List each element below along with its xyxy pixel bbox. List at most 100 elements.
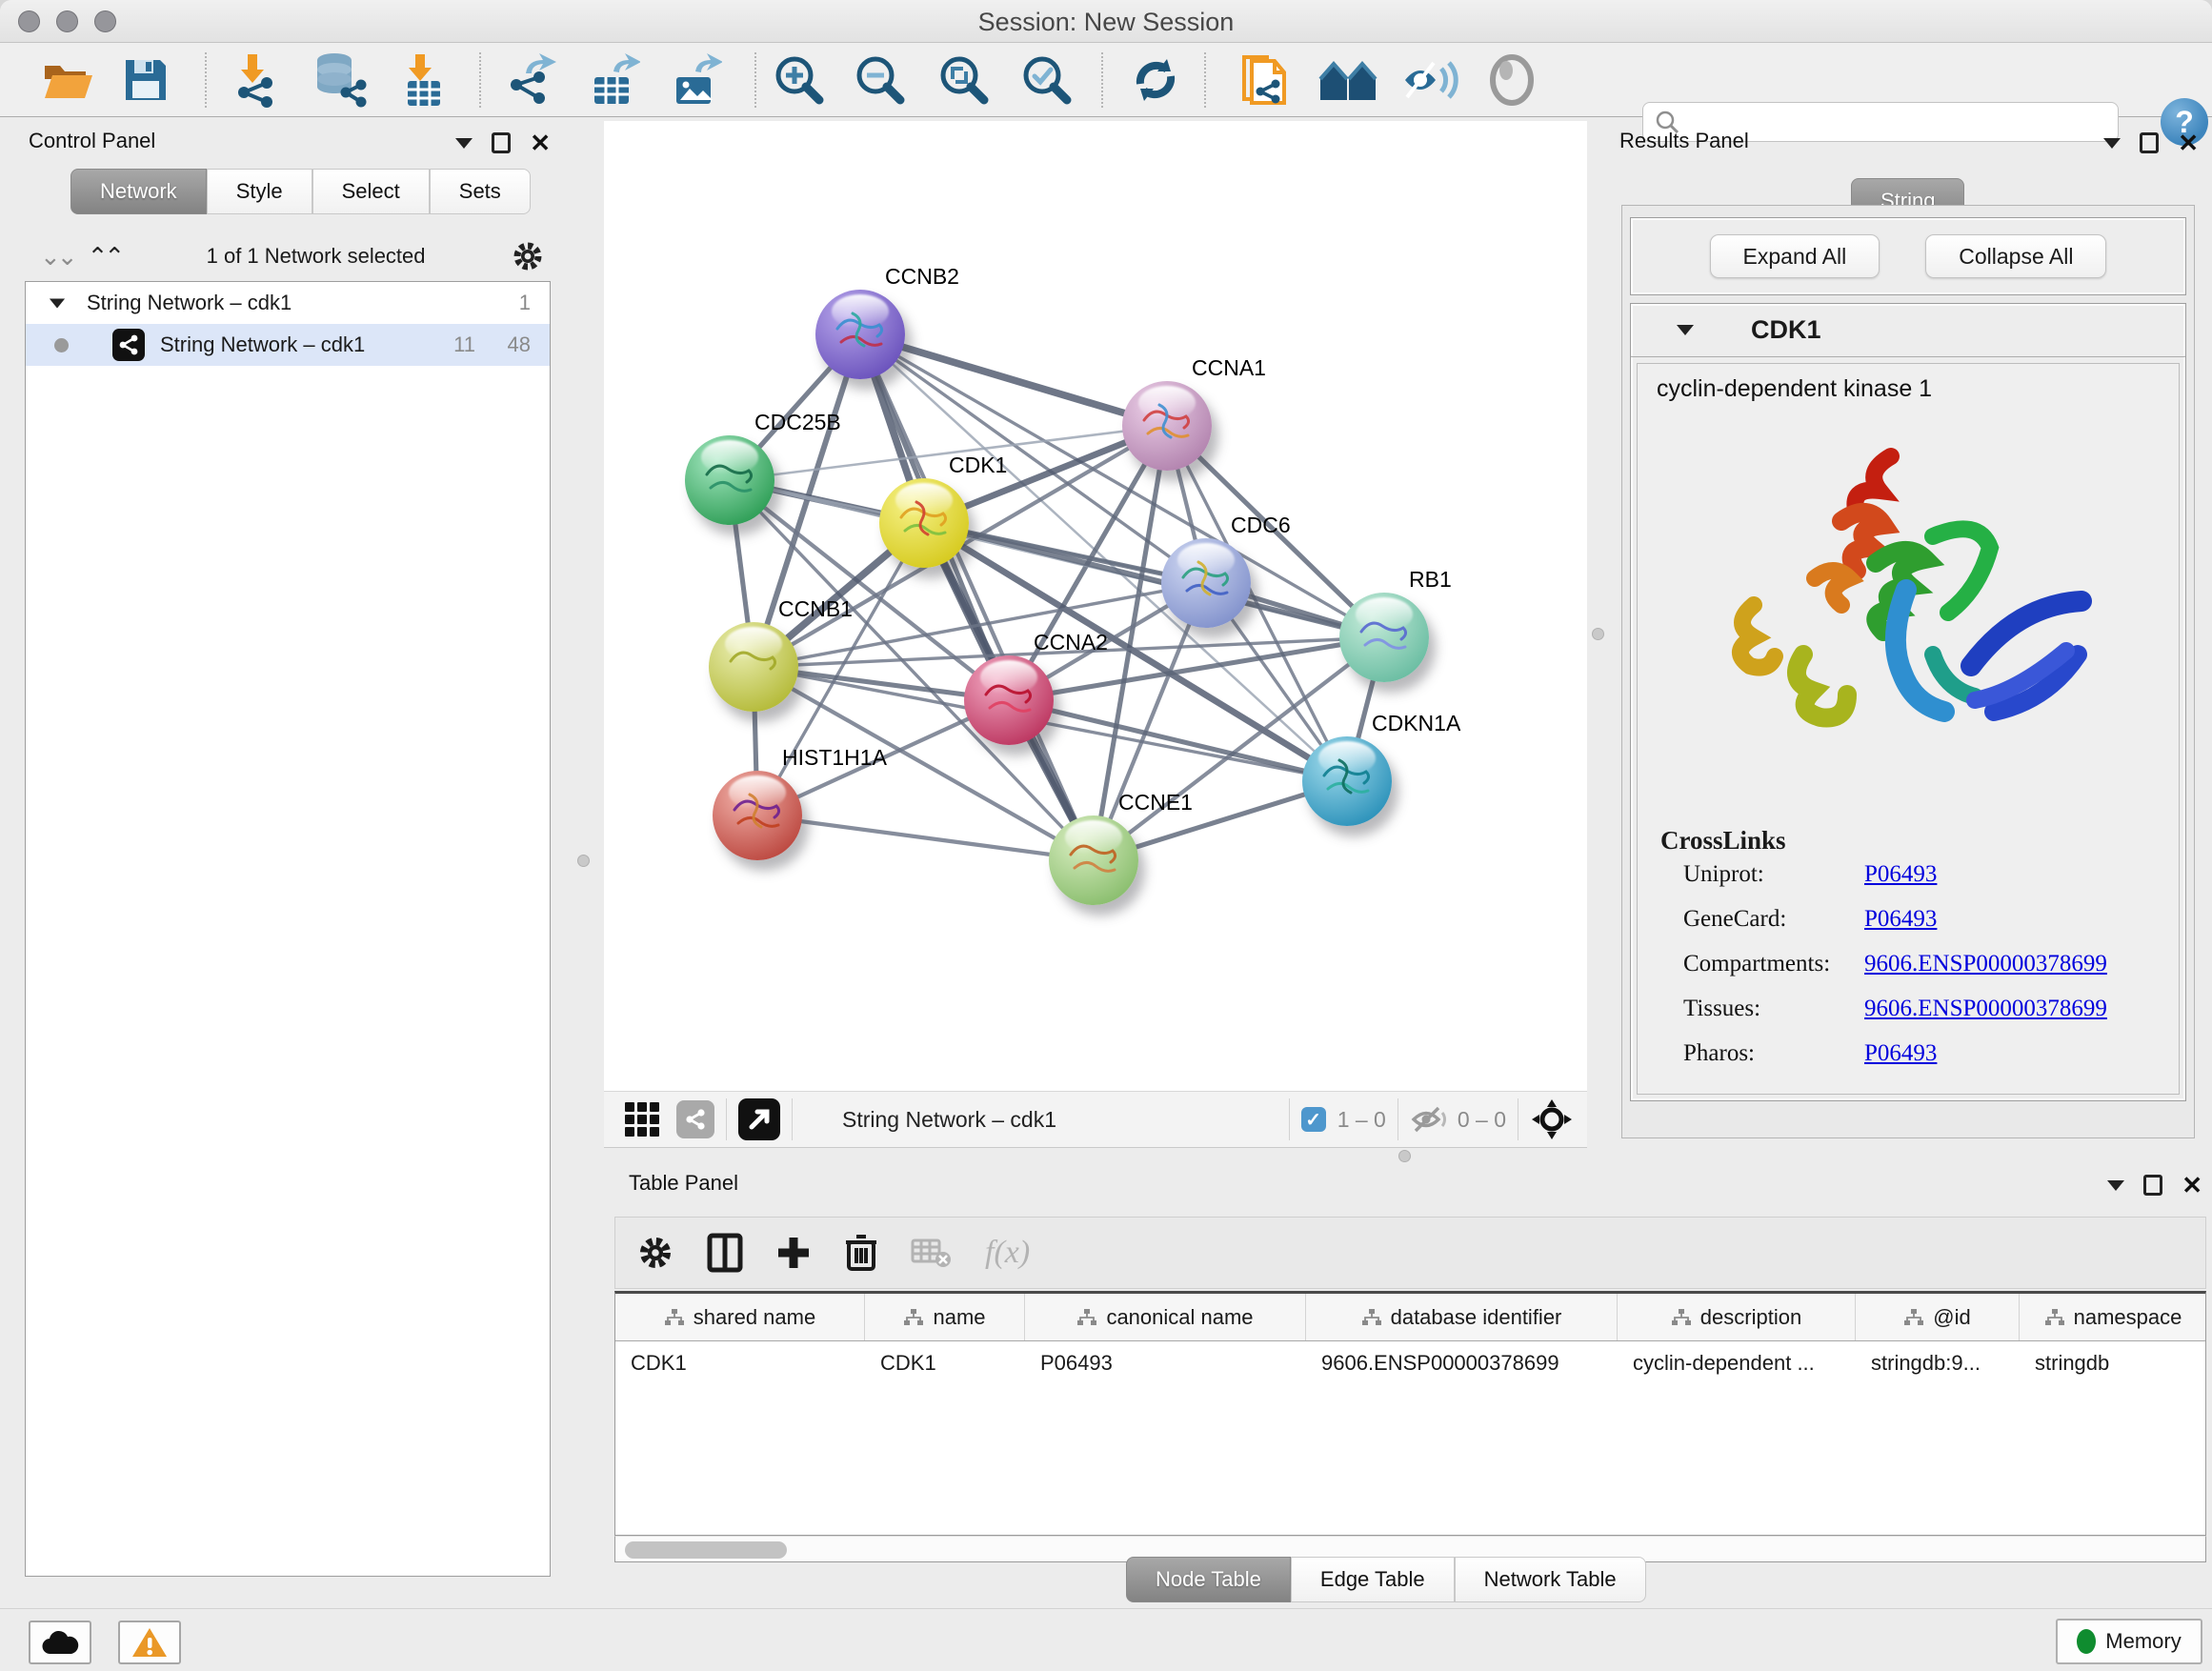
import-network-button[interactable] — [225, 50, 284, 110]
network-tree: String Network – cdk1 1 String Network –… — [25, 281, 551, 1577]
collection-expander-icon[interactable] — [50, 298, 65, 308]
table-cell[interactable]: 9606.ENSP00000378699 — [1306, 1351, 1618, 1376]
column-header-database-identifier[interactable]: database identifier — [1306, 1294, 1618, 1340]
import-table-button[interactable] — [392, 50, 452, 110]
warnings-button[interactable] — [118, 1621, 181, 1664]
close-panel-icon[interactable]: ✕ — [2182, 1176, 2202, 1195]
collapse-all-icon[interactable]: ⌄⌄ — [40, 247, 74, 266]
collapse-all-button[interactable]: Collapse All — [1925, 234, 2106, 278]
export-network-icon — [501, 52, 556, 108]
float-panel-icon[interactable] — [2143, 1175, 2162, 1196]
tab-network-table[interactable]: Network Table — [1455, 1557, 1646, 1602]
node-CDC25B[interactable] — [685, 435, 774, 525]
network-options-gear-icon[interactable] — [511, 239, 545, 273]
tab-node-table[interactable]: Node Table — [1126, 1557, 1291, 1602]
selected-checkbox-icon[interactable]: ✓ — [1301, 1107, 1326, 1132]
node-CDK1[interactable] — [879, 478, 969, 568]
show-hide-gray-button[interactable] — [1482, 50, 1541, 110]
open-session-button[interactable] — [38, 50, 97, 110]
toolbar-separator — [1101, 52, 1103, 108]
save-session-button[interactable] — [116, 50, 175, 110]
function-builder-icon: f(x) — [985, 1235, 1030, 1271]
node-entry-header[interactable]: CDK1 — [1631, 304, 2185, 357]
table-cell[interactable]: CDK1 — [865, 1351, 1025, 1376]
pan-crosshair-icon[interactable] — [1530, 1097, 1574, 1141]
panel-menu-icon[interactable] — [2107, 1180, 2124, 1191]
node-table[interactable]: shared namenamecanonical namedatabase id… — [614, 1291, 2206, 1536]
tab-edge-table[interactable]: Edge Table — [1291, 1557, 1455, 1602]
panel-menu-icon[interactable] — [2103, 138, 2121, 149]
network-view-toolbar: String Network – cdk1 ✓ 1 – 0 0 – 0 — [604, 1091, 1587, 1148]
network-row-selected[interactable]: String Network – cdk1 11 48 — [26, 324, 550, 366]
node-CCNE1[interactable] — [1049, 815, 1138, 905]
node-CCNA2[interactable] — [964, 655, 1054, 745]
entry-expander-icon[interactable] — [1677, 325, 1694, 335]
expand-all-button[interactable]: Expand All — [1710, 234, 1880, 278]
column-header-namespace[interactable]: namespace — [2020, 1294, 2206, 1340]
add-column-icon[interactable] — [775, 1235, 812, 1271]
protein-ribbon-glyph — [724, 782, 791, 849]
crosslink-row: Pharos:P06493 — [1683, 1040, 2179, 1085]
select-columns-icon[interactable] — [707, 1233, 743, 1273]
tab-sets[interactable]: Sets — [430, 169, 531, 214]
node-CDKN1A[interactable] — [1302, 736, 1392, 826]
network-collection-row[interactable]: String Network – cdk1 1 — [26, 282, 550, 324]
tab-select[interactable]: Select — [312, 169, 430, 214]
crosslink-link[interactable]: 9606.ENSP00000378699 — [1864, 996, 2107, 1022]
birdseye-grid-icon[interactable] — [625, 1102, 659, 1137]
column-header--id[interactable]: @id — [1856, 1294, 2020, 1340]
string-glass-effect-button[interactable] — [1400, 50, 1459, 110]
zoom-out-button[interactable] — [851, 50, 910, 110]
table-cell[interactable]: stringdb — [2020, 1351, 2206, 1376]
import-network-from-database-button[interactable] — [309, 50, 368, 110]
node-CCNB1[interactable] — [709, 622, 798, 712]
expand-all-icon[interactable]: ⌃⌃ — [88, 247, 122, 266]
left-splitter-handle[interactable] — [577, 855, 590, 867]
export-network-button[interactable] — [499, 50, 558, 110]
memory-button[interactable]: Memory — [2056, 1619, 2202, 1664]
apply-layout-button[interactable] — [1126, 50, 1185, 110]
tab-style[interactable]: Style — [207, 169, 312, 214]
table-cell[interactable]: CDK1 — [615, 1351, 865, 1376]
crosslink-link[interactable]: P06493 — [1864, 906, 1937, 933]
panel-menu-icon[interactable] — [455, 138, 473, 149]
node-CDC6[interactable] — [1161, 538, 1251, 628]
open-in-window-button[interactable] — [738, 1098, 780, 1140]
export-image-button[interactable] — [665, 50, 724, 110]
column-header-shared-name[interactable]: shared name — [615, 1294, 865, 1340]
column-header-canonical-name[interactable]: canonical name — [1025, 1294, 1306, 1340]
node-CCNA1[interactable] — [1122, 381, 1212, 471]
right-splitter-handle[interactable] — [1592, 628, 1604, 640]
close-panel-icon[interactable]: ✕ — [530, 133, 551, 152]
float-panel-icon[interactable] — [2140, 132, 2159, 153]
node-label-CDKN1A: CDKN1A — [1372, 711, 1460, 736]
crosslink-link[interactable]: P06493 — [1864, 1040, 1937, 1067]
table-cell[interactable]: cyclin-dependent ... — [1618, 1351, 1856, 1376]
table-cell[interactable]: stringdb:9... — [1856, 1351, 2020, 1376]
tab-network[interactable]: Network — [70, 169, 207, 214]
zoom-in-button[interactable] — [770, 50, 829, 110]
network-canvas[interactable]: CCNB2CCNA1CDC25BCDK1CDC6RB1CCNB1CCNA2CDK… — [604, 121, 1587, 1091]
close-panel-icon[interactable]: ✕ — [2178, 133, 2199, 152]
table-row[interactable]: CDK1CDK1P064939606.ENSP00000378699cyclin… — [615, 1341, 2205, 1385]
node-RB1[interactable] — [1339, 593, 1429, 682]
crosslink-link[interactable]: P06493 — [1864, 861, 1937, 888]
delete-column-icon[interactable] — [844, 1233, 878, 1273]
float-panel-icon[interactable] — [492, 132, 511, 153]
node-HIST1H1A[interactable] — [713, 771, 802, 860]
string-copy-network-button[interactable] — [1235, 50, 1294, 110]
crosslink-link[interactable]: 9606.ENSP00000378699 — [1864, 951, 2107, 977]
table-cell[interactable]: P06493 — [1025, 1351, 1306, 1376]
table-gear-icon[interactable] — [636, 1234, 674, 1272]
cloud-button[interactable] — [29, 1621, 91, 1664]
network-share-icon[interactable] — [676, 1100, 714, 1138]
column-header-description[interactable]: description — [1618, 1294, 1856, 1340]
zoom-fit-button[interactable] — [935, 50, 994, 110]
export-table-button[interactable] — [583, 50, 642, 110]
zoom-selected-button[interactable] — [1017, 50, 1076, 110]
scrollbar-thumb[interactable] — [625, 1541, 787, 1559]
column-header-name[interactable]: name — [865, 1294, 1025, 1340]
hidden-eye-icon[interactable] — [1410, 1105, 1448, 1134]
string-home-button[interactable] — [1318, 50, 1377, 110]
node-CCNB2[interactable] — [815, 290, 905, 379]
